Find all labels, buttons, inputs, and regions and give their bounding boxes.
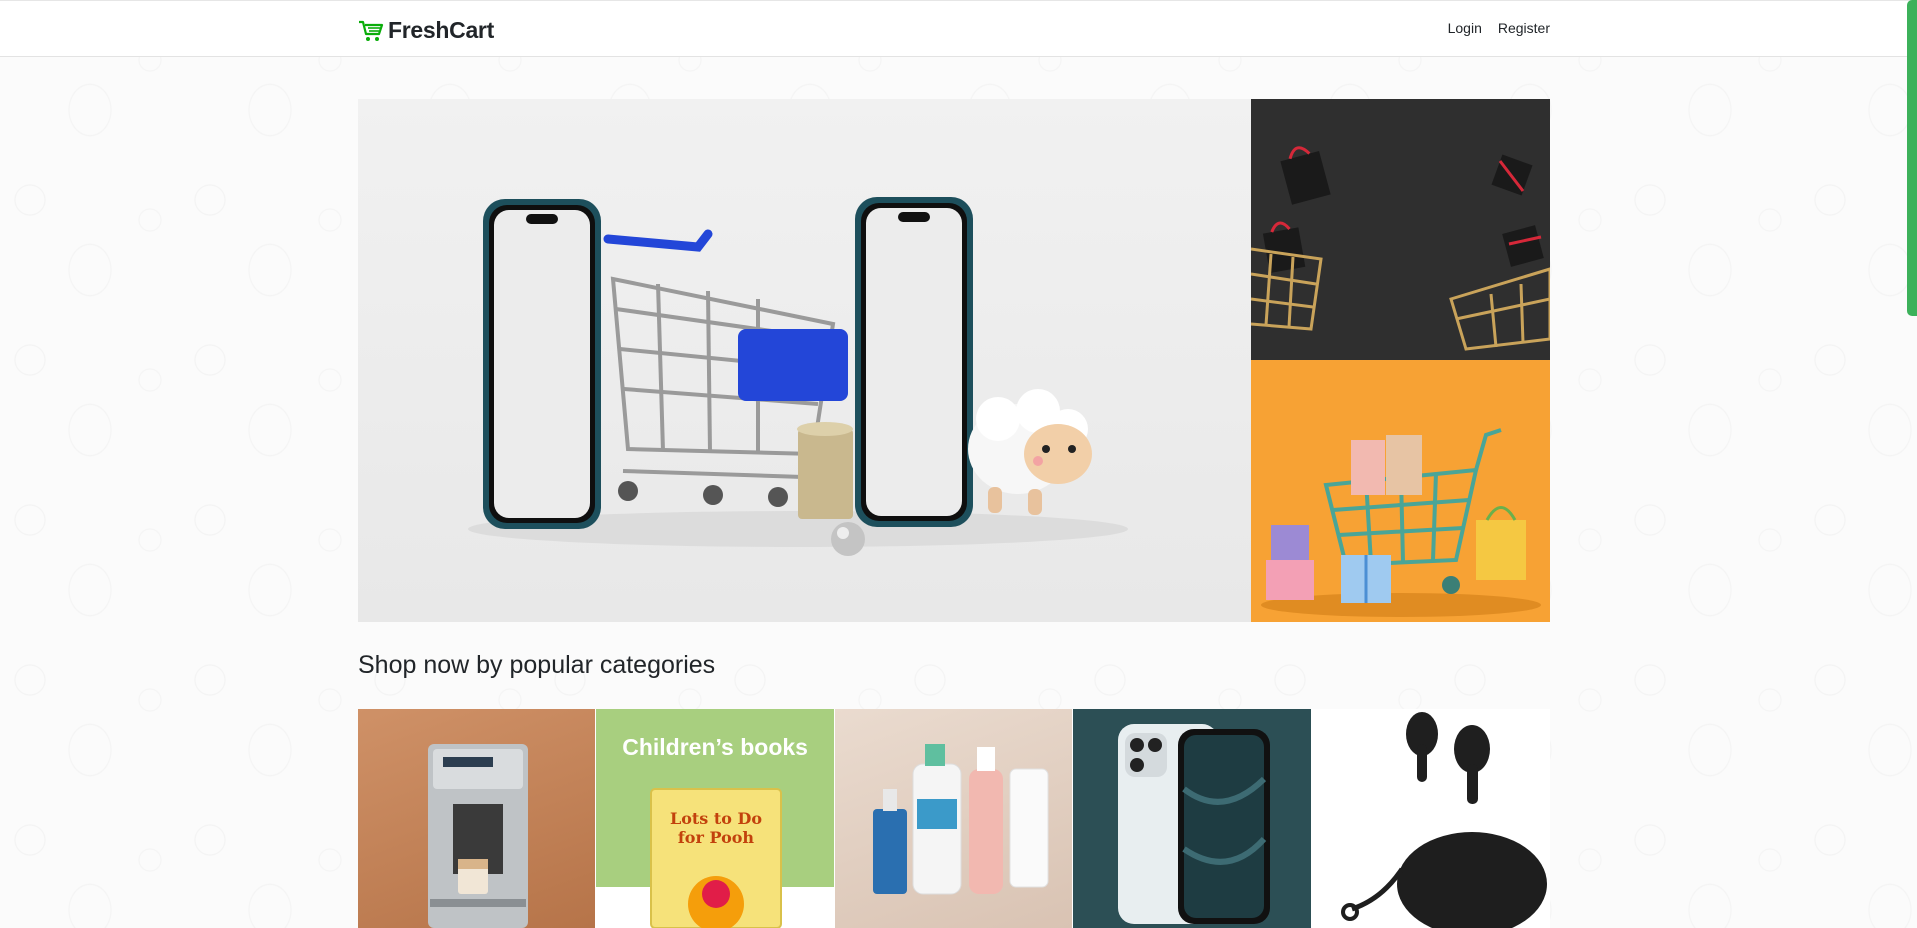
category-card-childrens-books[interactable]: Children’s books Lots to Do for Pooh	[596, 709, 835, 928]
auth-links: Login Register	[1448, 20, 1550, 36]
category-card-earbuds[interactable]	[1311, 709, 1550, 928]
scrollbar-thumb[interactable]	[1907, 0, 1917, 316]
gift-bags-carts-illustration	[1251, 99, 1550, 360]
coffee-machine-image	[428, 744, 528, 928]
svg-text:for Pooh: for Pooh	[678, 828, 755, 847]
hero-section	[358, 99, 1550, 622]
childrens-book-image: Lots to Do for Pooh	[596, 788, 834, 928]
brand-name: FreshCart	[388, 17, 494, 43]
category-card-coffee-machine[interactable]	[358, 709, 597, 928]
svg-text:Lots to Do: Lots to Do	[670, 809, 762, 828]
phones-cart-illustration	[358, 99, 1251, 622]
hero-side-banner-top[interactable]	[1251, 99, 1550, 360]
categories-slider: Children’s books Lots to Do for Pooh	[358, 709, 1550, 928]
login-link[interactable]: Login	[1448, 20, 1482, 36]
cart-gifts-illustration	[1251, 360, 1550, 622]
top-navbar: FreshCart Login Register	[0, 0, 1917, 57]
category-card-skincare[interactable]	[834, 709, 1074, 928]
skincare-products-image	[872, 744, 1049, 895]
brand-logo[interactable]: FreshCart	[358, 17, 494, 44]
hero-main-slide[interactable]	[358, 99, 1251, 622]
category-card-smartphones[interactable]	[1073, 709, 1312, 928]
section-title: Shop now by popular categories	[358, 651, 716, 679]
smartphone-image	[1118, 724, 1271, 924]
wireless-earbuds-image	[1340, 712, 1547, 928]
register-link[interactable]: Register	[1498, 20, 1550, 36]
cart-icon	[358, 19, 384, 43]
hero-side-banner-bottom[interactable]	[1251, 360, 1550, 622]
